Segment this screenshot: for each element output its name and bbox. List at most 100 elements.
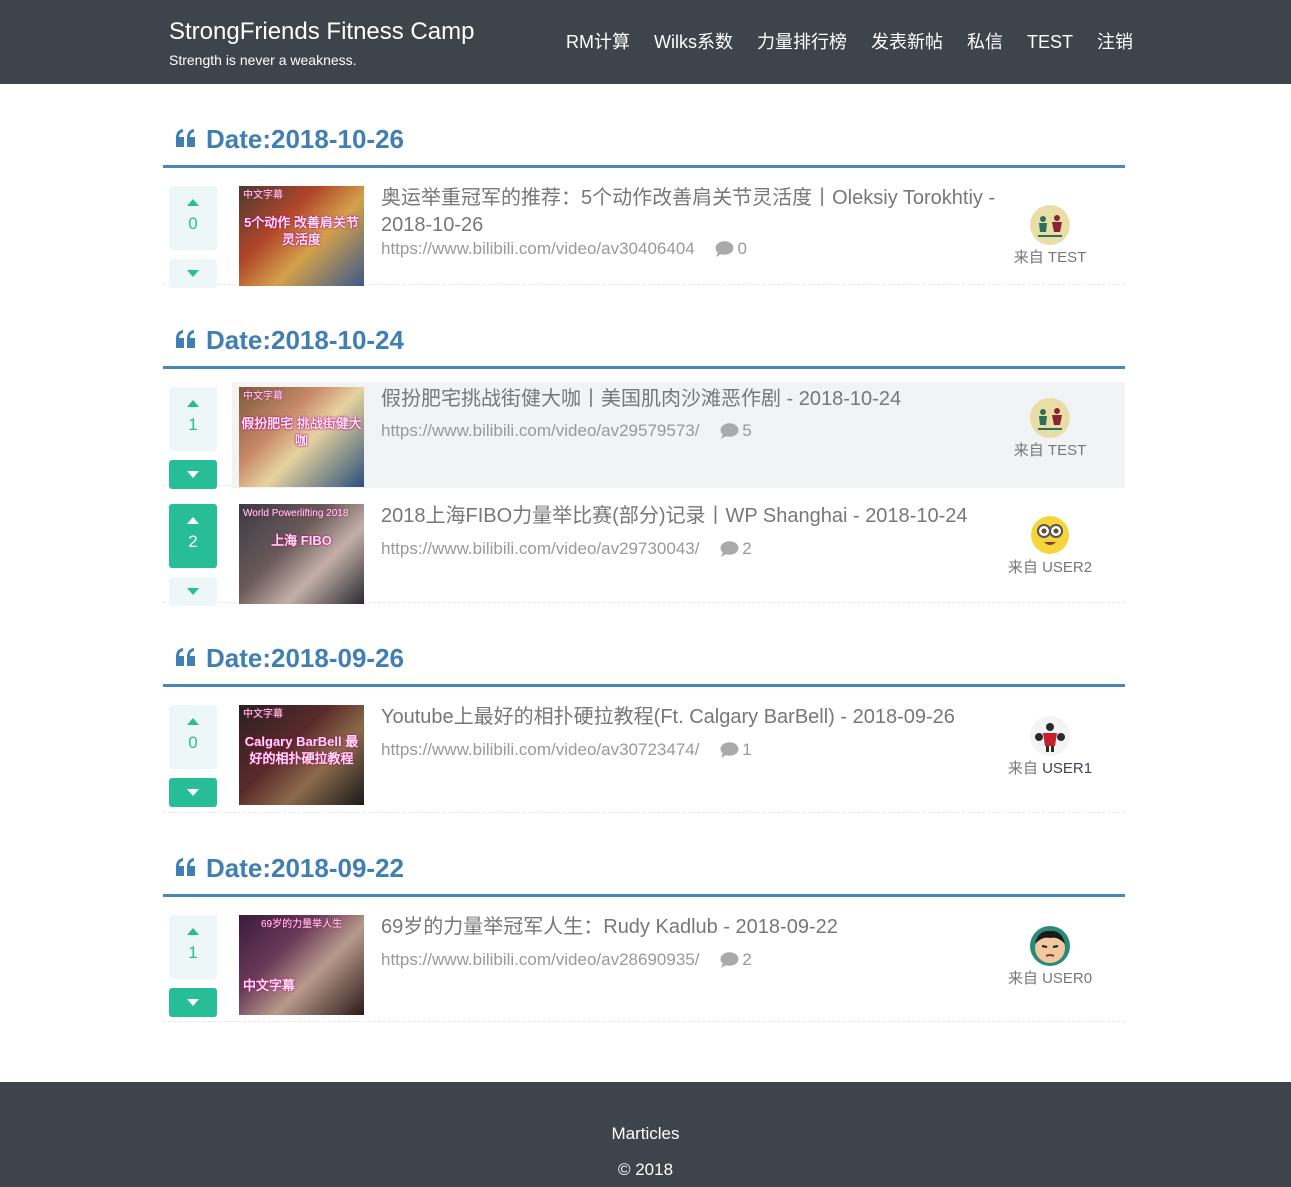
video-thumbnail[interactable]: 69岁的力量举人生 中文字幕 xyxy=(239,915,364,1015)
author-username[interactable]: USER1 xyxy=(1042,760,1092,777)
post-title[interactable]: 奥运举重冠军的推荐：5个动作改善肩关节灵活度丨Oleksiy Torokhtiy… xyxy=(381,185,1021,239)
video-thumbnail[interactable]: 中文字幕 假扮肥宅 挑战街健大咖 xyxy=(239,387,364,487)
nav-wilks[interactable]: Wilks系数 xyxy=(654,30,733,54)
triangle-up-icon xyxy=(187,517,199,524)
comment-count[interactable]: 1 xyxy=(720,739,752,761)
avatar[interactable] xyxy=(1030,515,1070,555)
post-list: Date:2018-10-26 0 中文字幕 5个动作 改善肩关节 灵活度 奥运… xyxy=(163,84,1125,1022)
triangle-down-icon xyxy=(187,270,199,277)
triangle-up-icon xyxy=(187,199,199,206)
vote-count: 0 xyxy=(188,214,198,233)
post-item: 1 69岁的力量举人生 中文字幕 69岁的力量举冠军人生：Rudy Kadlub… xyxy=(163,897,1125,1022)
date-section: Date:2018-09-26 0 中文字幕 Calgary BarBell 最… xyxy=(163,603,1125,813)
nav-rm-calculator[interactable]: RM计算 xyxy=(566,30,630,54)
post-author: 来自 TEST xyxy=(1000,205,1100,268)
thumbnail-tag: 中文字幕 xyxy=(243,709,283,720)
date-heading: Date:2018-09-22 xyxy=(163,813,1125,897)
thumbnail-caption: Calgary BarBell 最好的相扑硬拉教程 xyxy=(244,734,359,766)
thumbnail-tag: 69岁的力量举人生 xyxy=(261,919,343,930)
downvote-button[interactable] xyxy=(169,259,217,288)
author-label: 来自 TEST xyxy=(1000,248,1100,268)
downvote-button[interactable] xyxy=(169,778,217,807)
post-meta: https://www.bilibili.com/video/av3072347… xyxy=(381,739,752,761)
post-url[interactable]: https://www.bilibili.com/video/av3072347… xyxy=(381,740,699,759)
triangle-down-icon xyxy=(187,588,199,595)
triangle-up-icon xyxy=(187,718,199,725)
downvote-button[interactable] xyxy=(169,460,217,489)
comment-count[interactable]: 0 xyxy=(715,238,747,260)
nav-leaderboard[interactable]: 力量排行榜 xyxy=(757,30,847,54)
section-date: Date:2018-09-26 xyxy=(206,643,405,673)
post-author: 来自 USER0 xyxy=(1000,926,1100,989)
date-section: Date:2018-09-22 1 69岁的力量举人生 中文字幕 69岁的力量举… xyxy=(163,813,1125,1022)
post-url[interactable]: https://www.bilibili.com/video/av2957957… xyxy=(381,421,699,440)
downvote-button[interactable] xyxy=(169,577,217,606)
author-username[interactable]: USER2 xyxy=(1042,559,1092,576)
date-heading: Date:2018-10-24 xyxy=(163,285,1125,369)
author-prefix: 来自 xyxy=(1007,760,1038,777)
comment-count-value: 5 xyxy=(742,421,752,440)
post-title[interactable]: 2018上海FIBO力量举比赛(部分)记录丨WP Shanghai - 2018… xyxy=(381,503,1021,530)
author-username[interactable]: TEST xyxy=(1048,249,1086,266)
post-title[interactable]: 69岁的力量举冠军人生：Rudy Kadlub - 2018-09-22 xyxy=(381,914,1021,941)
comment-count-value: 2 xyxy=(742,950,752,969)
post-author: 来自 USER2 xyxy=(1000,515,1100,578)
triangle-up-icon xyxy=(187,928,199,935)
thumbnail-caption: 上海 FIBO xyxy=(271,533,332,548)
section-date: Date:2018-10-24 xyxy=(206,325,405,355)
date-section: Date:2018-10-26 0 中文字幕 5个动作 改善肩关节 灵活度 奥运… xyxy=(163,84,1125,288)
post-meta: https://www.bilibili.com/video/av2973004… xyxy=(381,538,752,560)
author-prefix: 来自 xyxy=(1013,249,1044,266)
footer: Marticles © 2018 xyxy=(0,1082,1291,1187)
brand[interactable]: StrongFriends Fitness Camp Strength is n… xyxy=(169,17,474,69)
post-item: 1 中文字幕 假扮肥宅 挑战街健大咖 假扮肥宅挑战街健大咖丨美国肌肉沙滩恶作剧 … xyxy=(163,369,1125,489)
post-title[interactable]: Youtube上最好的相扑硬拉教程(Ft. Calgary BarBell) -… xyxy=(381,704,1021,731)
post-title[interactable]: 假扮肥宅挑战街健大咖丨美国肌肉沙滩恶作剧 - 2018-10-24 xyxy=(381,386,1021,413)
avatar[interactable] xyxy=(1030,716,1070,756)
author-username[interactable]: USER0 xyxy=(1042,970,1092,987)
video-thumbnail[interactable]: 中文字幕 Calgary BarBell 最好的相扑硬拉教程 xyxy=(239,705,364,805)
triangle-up-icon xyxy=(187,400,199,407)
post-url[interactable]: https://www.bilibili.com/video/av3040640… xyxy=(381,239,695,258)
nav-messages[interactable]: 私信 xyxy=(967,30,1003,54)
upvote-button[interactable]: 0 xyxy=(169,186,217,250)
avatar[interactable] xyxy=(1030,398,1070,438)
section-date: Date:2018-09-22 xyxy=(206,853,405,883)
comment-count[interactable]: 5 xyxy=(720,420,752,442)
quote-left-icon xyxy=(176,330,195,348)
comment-bubble-icon xyxy=(715,241,734,257)
vote-count: 2 xyxy=(188,532,198,551)
upvote-button[interactable]: 1 xyxy=(169,387,217,451)
post-item: 0 中文字幕 5个动作 改善肩关节 灵活度 奥运举重冠军的推荐：5个动作改善肩关… xyxy=(163,168,1125,288)
avatar[interactable] xyxy=(1030,205,1070,245)
main-nav: RM计算 Wilks系数 力量排行榜 发表新帖 私信 TEST 注销 xyxy=(542,30,1133,54)
post-meta: https://www.bilibili.com/video/av2957957… xyxy=(381,420,752,442)
comment-count-value: 0 xyxy=(737,239,747,258)
video-thumbnail[interactable]: World Powerlifting 2018 上海 FIBO xyxy=(239,504,364,604)
upvote-button[interactable]: 1 xyxy=(169,915,217,979)
post-author: 来自 TEST xyxy=(1000,398,1100,461)
nav-logout[interactable]: 注销 xyxy=(1097,30,1133,54)
nav-user-test[interactable]: TEST xyxy=(1027,30,1073,54)
post-url[interactable]: https://www.bilibili.com/video/av2973004… xyxy=(381,539,699,558)
comment-count-value: 2 xyxy=(742,539,752,558)
avatar[interactable] xyxy=(1030,926,1070,966)
post-url[interactable]: https://www.bilibili.com/video/av2869093… xyxy=(381,950,699,969)
quote-left-icon xyxy=(176,858,195,876)
downvote-button[interactable] xyxy=(169,988,217,1017)
date-heading: Date:2018-09-26 xyxy=(163,603,1125,687)
post-meta: https://www.bilibili.com/video/av3040640… xyxy=(381,238,747,260)
thumbnail-tag: 中文字幕 xyxy=(243,391,283,402)
nav-new-post[interactable]: 发表新帖 xyxy=(871,30,943,54)
brand-title[interactable]: StrongFriends Fitness Camp xyxy=(169,17,474,47)
author-prefix: 来自 xyxy=(1007,970,1038,987)
author-username[interactable]: TEST xyxy=(1048,442,1086,459)
brand-subtitle: Strength is never a weakness. xyxy=(169,52,357,68)
author-prefix: 来自 xyxy=(1007,559,1038,576)
video-thumbnail[interactable]: 中文字幕 5个动作 改善肩关节 灵活度 xyxy=(239,186,364,286)
comment-count[interactable]: 2 xyxy=(720,538,752,560)
upvote-button[interactable]: 2 xyxy=(169,504,217,568)
upvote-button[interactable]: 0 xyxy=(169,705,217,769)
vote-count: 1 xyxy=(188,415,198,434)
comment-count[interactable]: 2 xyxy=(720,949,752,971)
